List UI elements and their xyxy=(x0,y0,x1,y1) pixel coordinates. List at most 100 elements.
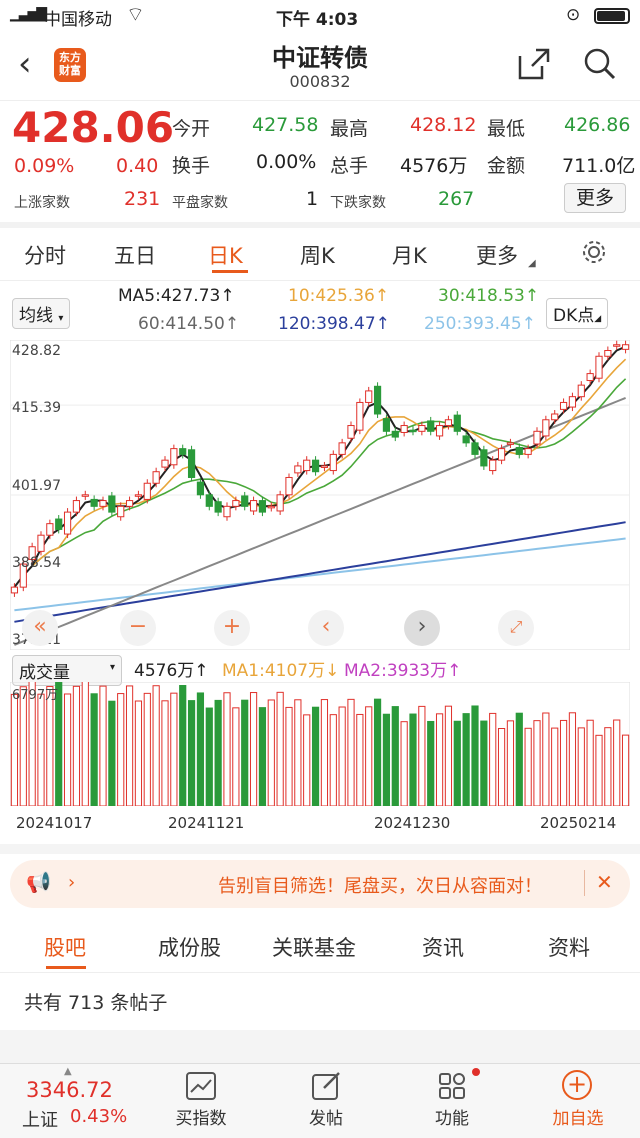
volume-bar xyxy=(267,699,275,806)
tab-intraday[interactable]: 分时 xyxy=(24,240,66,270)
battery-icon xyxy=(594,8,630,24)
buy-index-label[interactable]: 买指数 xyxy=(170,1104,232,1129)
volume-bar xyxy=(232,707,240,806)
last-price: 428.06 xyxy=(12,103,175,152)
volume-bar xyxy=(37,693,45,806)
chart-icon[interactable] xyxy=(186,1072,216,1100)
amount-label: 金额 xyxy=(487,155,526,177)
dk-point-button[interactable]: DK点◢ xyxy=(546,298,609,329)
gear-icon[interactable] xyxy=(580,238,608,266)
post-label[interactable]: 发帖 xyxy=(300,1104,352,1129)
tab-daily-k[interactable]: 日K xyxy=(208,240,243,270)
candle xyxy=(444,419,453,427)
share-icon[interactable] xyxy=(516,46,552,82)
clock: 下午 4:03 xyxy=(276,10,359,30)
candle xyxy=(329,453,337,472)
candle xyxy=(489,459,497,472)
tab-constituents[interactable]: 成份股 xyxy=(158,932,221,962)
volume-bar xyxy=(400,721,408,806)
open-value: 427.58 xyxy=(252,114,319,136)
tab-forum[interactable]: 股吧 xyxy=(44,932,86,962)
fullscreen-icon[interactable]: ⤢ xyxy=(498,610,534,646)
volume-bar xyxy=(90,693,98,806)
volume-bar xyxy=(320,699,329,806)
candle xyxy=(99,500,107,507)
volume-bar xyxy=(524,727,532,806)
edit-icon[interactable] xyxy=(312,1072,342,1100)
tab-related-funds[interactable]: 关联基金 xyxy=(272,932,356,962)
add-icon[interactable]: + xyxy=(562,1070,592,1100)
volume-bar xyxy=(311,706,320,806)
tab-more[interactable]: 更多 xyxy=(476,240,518,270)
tab-weekly-k[interactable]: 周K xyxy=(300,240,335,270)
candle xyxy=(267,505,275,509)
volume-bar xyxy=(125,685,134,806)
volume-bar xyxy=(143,692,151,806)
price-axis-label: 415.39 xyxy=(12,400,61,416)
candle xyxy=(214,501,222,513)
rewind-icon[interactable]: « xyxy=(22,610,58,646)
search-icon[interactable] xyxy=(582,46,618,82)
volume-bar xyxy=(285,706,293,806)
volume-readout: 4576万↑ xyxy=(134,661,209,681)
candle xyxy=(143,482,151,500)
candle xyxy=(294,465,302,474)
promo-banner[interactable]: 📢 › 告别盲目筛选！尾盘买，次日从容面对！ ✕ xyxy=(10,860,630,908)
chevron-right-icon: › xyxy=(68,872,76,893)
volume-bar xyxy=(46,686,54,806)
volume-bar xyxy=(258,707,267,806)
megaphone-icon: 📢 xyxy=(26,870,51,894)
volume-bar xyxy=(621,734,630,806)
low-value: 426.86 xyxy=(564,114,631,136)
tab-news[interactable]: 资讯 xyxy=(422,932,464,962)
tab-five-day[interactable]: 五日 xyxy=(114,240,156,270)
volume-bar xyxy=(613,719,621,806)
date-label: 20241121 xyxy=(168,814,245,832)
chevron-left-icon[interactable]: ‹ xyxy=(308,610,344,646)
status-bar: ▁▃▅▇ 中国移动 ⌔ 下午 4:03 ⊙ xyxy=(0,0,640,32)
volume-chart[interactable] xyxy=(10,682,630,806)
tab-monthly-k[interactable]: 月K xyxy=(392,240,427,270)
volume-bar xyxy=(187,700,196,806)
candle xyxy=(621,344,630,350)
candle xyxy=(311,459,320,473)
candle xyxy=(480,449,488,467)
indicator-select[interactable]: 均线 ▾ xyxy=(12,298,71,329)
volume-bar xyxy=(497,728,506,806)
volume-bar xyxy=(161,700,169,806)
ma5-line xyxy=(13,345,626,588)
candle xyxy=(81,494,89,497)
candlestick-chart[interactable] xyxy=(10,340,630,650)
candle xyxy=(249,500,258,512)
functions-label[interactable]: 功能 xyxy=(426,1104,478,1129)
volume-bar xyxy=(10,693,19,806)
candle xyxy=(382,418,391,432)
zoom-out-icon[interactable]: − xyxy=(120,610,156,646)
candle xyxy=(542,419,550,437)
volume-bar xyxy=(542,712,550,806)
volume-bar xyxy=(205,707,213,806)
candle xyxy=(285,476,293,496)
carrier: 中国移动 xyxy=(44,10,112,30)
candle xyxy=(453,414,461,432)
volume-bar xyxy=(373,698,382,806)
high-label: 最高 xyxy=(330,118,369,140)
volume-value: 4576万 xyxy=(400,155,468,177)
grid-icon[interactable] xyxy=(438,1072,468,1100)
add-watchlist-label[interactable]: 加自选 xyxy=(542,1104,614,1129)
zoom-in-icon[interactable]: + xyxy=(214,610,250,646)
volume-bar xyxy=(329,714,337,806)
candle xyxy=(338,442,346,455)
wifi-icon: ⌔ xyxy=(126,2,145,26)
candle xyxy=(72,500,81,513)
candle xyxy=(400,425,408,433)
index-value[interactable]: 3346.72 xyxy=(26,1078,113,1102)
close-icon[interactable]: ✕ xyxy=(596,870,613,894)
volume-bar xyxy=(152,685,160,806)
volume-bar xyxy=(63,693,72,806)
more-button[interactable]: 更多 xyxy=(564,183,626,213)
candle xyxy=(55,518,63,530)
tab-profile[interactable]: 资料 xyxy=(548,932,590,962)
candle xyxy=(604,350,612,357)
chevron-right-icon[interactable]: › xyxy=(404,610,440,646)
